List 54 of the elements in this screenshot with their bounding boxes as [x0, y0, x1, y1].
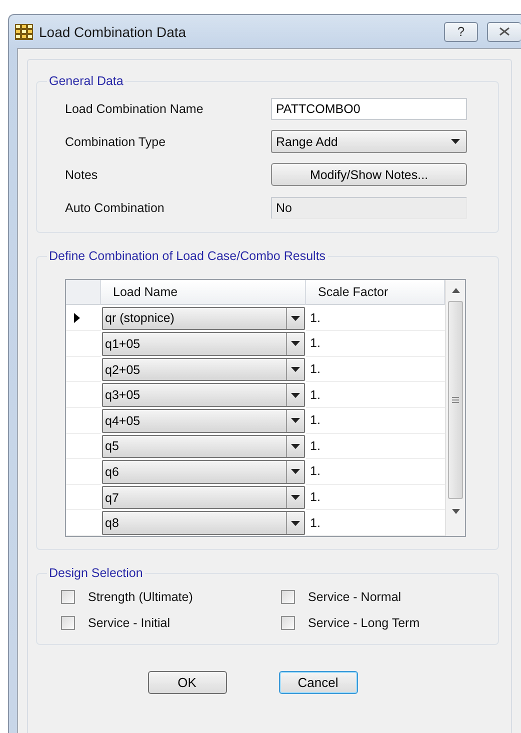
scrollbar[interactable]	[445, 280, 465, 536]
caret-icon	[291, 392, 300, 398]
field-label: Load Combination Name	[65, 102, 204, 116]
load-name-dropdown[interactable]: q7	[102, 486, 305, 510]
caret-icon	[291, 520, 300, 526]
scroll-up-icon[interactable]	[452, 288, 460, 293]
group-title: General Data	[48, 74, 124, 88]
window-title: Load Combination Data	[39, 24, 188, 40]
checkbox-label: Service - Initial	[88, 616, 170, 630]
checkbox[interactable]	[281, 590, 295, 604]
auto-combination-field: No	[271, 196, 467, 218]
load-name-dropdown[interactable]: q6	[102, 460, 305, 484]
notes-button[interactable]: Modify/Show Notes...	[271, 163, 467, 186]
name-field[interactable]: PATTCOMBO0	[271, 98, 467, 120]
checkbox[interactable]	[61, 590, 75, 604]
load-name-dropdown[interactable]: q3+05	[102, 383, 305, 407]
grip-icon	[452, 397, 459, 403]
checkbox-label: Strength (Ultimate)	[88, 590, 193, 604]
caret-icon	[451, 139, 460, 144]
caret-icon	[291, 367, 300, 372]
load-name-dropdown[interactable]: q5	[102, 434, 305, 458]
checkbox-label: Service - Long Term	[308, 616, 420, 630]
caret-icon	[291, 469, 300, 474]
scroll-down-icon[interactable]	[452, 509, 460, 514]
caret-icon	[291, 495, 300, 500]
group-title: Define Combination of Load Case/Combo Results	[48, 249, 327, 263]
caret-icon	[291, 444, 300, 449]
scroll-thumb[interactable]	[448, 301, 463, 499]
group-title: Design Selection	[48, 566, 144, 580]
close-button[interactable]	[487, 22, 521, 42]
cancel-button[interactable]: Cancel	[278, 671, 358, 694]
caret-icon	[291, 418, 300, 424]
app-icon	[15, 24, 33, 40]
help-button[interactable]: ?	[444, 22, 478, 42]
caret-icon	[291, 341, 300, 346]
field-label: Combination Type	[65, 134, 167, 148]
load-name-dropdown[interactable]: q4+05	[102, 408, 305, 433]
field-label: Notes	[65, 168, 99, 182]
column-header: Load Name	[101, 280, 306, 305]
combination-type-dropdown[interactable]: Range Add	[271, 130, 467, 153]
checkbox[interactable]	[61, 616, 75, 630]
field-label: Auto Combination	[65, 200, 166, 214]
checkbox[interactable]	[281, 616, 295, 630]
load-name-dropdown[interactable]: q8	[102, 511, 305, 535]
load-name-dropdown[interactable]: qr (stopnice)	[102, 306, 305, 330]
ok-button[interactable]: OK	[148, 671, 226, 694]
column-header: Scale Factor	[306, 280, 445, 305]
caret-icon	[291, 316, 300, 321]
current-row-icon	[74, 312, 80, 323]
close-icon	[499, 27, 510, 36]
checkbox-label: Service - Normal	[308, 590, 402, 604]
load-name-dropdown[interactable]: q1+05	[102, 332, 305, 356]
load-name-dropdown[interactable]: q2+05	[102, 358, 305, 382]
header-corner	[66, 280, 101, 305]
